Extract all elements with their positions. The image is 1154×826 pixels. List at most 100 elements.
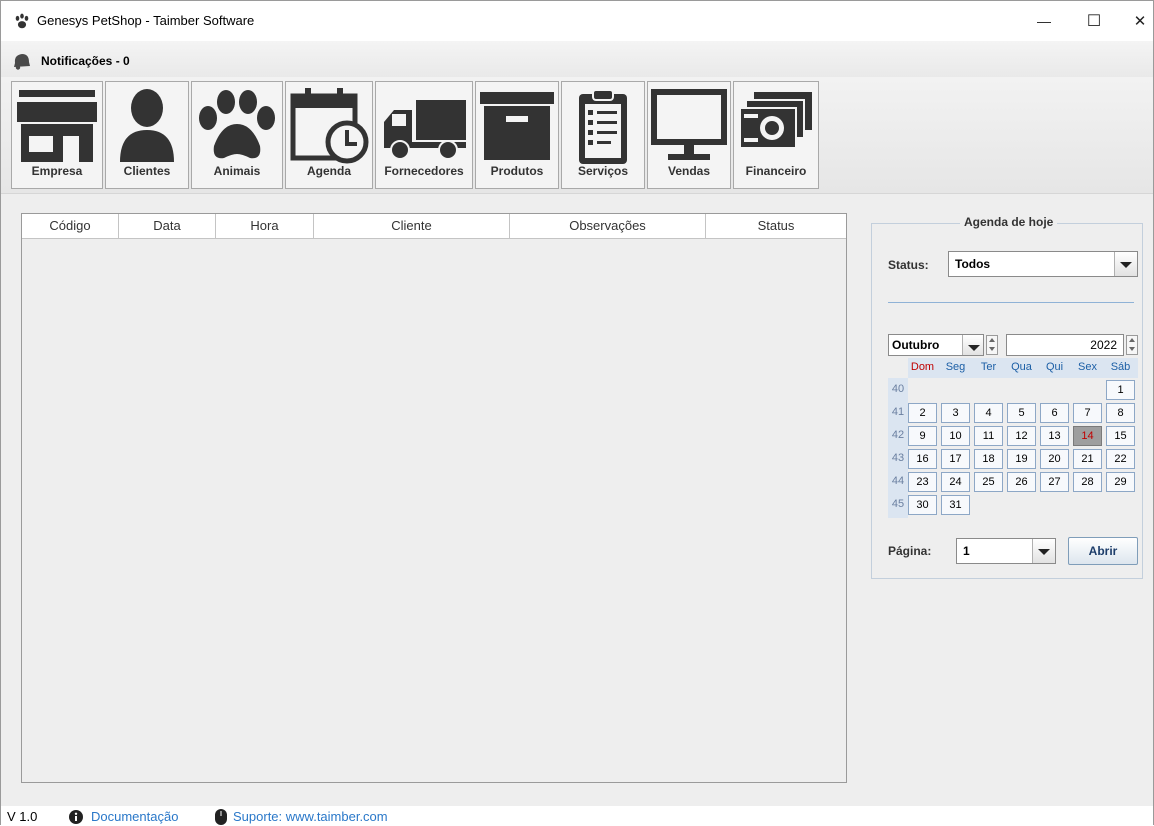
- paw-icon: [15, 13, 29, 29]
- divider: [888, 302, 1134, 303]
- column-header-status[interactable]: Status: [706, 214, 846, 238]
- column-header-observacoes[interactable]: Observações: [510, 214, 706, 238]
- calendar-day[interactable]: 16: [908, 449, 937, 469]
- column-header-cliente[interactable]: Cliente: [314, 214, 510, 238]
- status-label: Status:: [888, 258, 929, 272]
- calendar-day[interactable]: 22: [1106, 449, 1135, 469]
- store-icon: [17, 90, 97, 162]
- truck-icon: [384, 100, 466, 160]
- year-value: 2022: [1090, 338, 1117, 352]
- page-select[interactable]: 1: [956, 538, 1056, 564]
- window-title: Genesys PetShop - Taimber Software: [37, 13, 255, 28]
- calendar-day[interactable]: 12: [1007, 426, 1036, 446]
- week-number: 42: [891, 429, 905, 441]
- calendar-day[interactable]: 21: [1073, 449, 1102, 469]
- week-number-column: [888, 378, 908, 518]
- toolbar-label: Agenda: [306, 164, 351, 178]
- toolbar-button-empresa[interactable]: Empresa: [11, 81, 103, 189]
- column-header-hora[interactable]: Hora: [216, 214, 314, 238]
- calendar-day[interactable]: 6: [1040, 403, 1069, 423]
- calendar-day[interactable]: 11: [974, 426, 1003, 446]
- toolbar-label: Produtos: [490, 164, 544, 178]
- calendar-day-today[interactable]: 14: [1073, 426, 1102, 446]
- weekday-header: Qua: [1011, 361, 1032, 373]
- month-spinner[interactable]: [986, 335, 998, 355]
- toolbar-label: Animais: [213, 164, 261, 178]
- year-spinner[interactable]: [1126, 335, 1138, 355]
- toolbar-button-vendas[interactable]: Vendas: [647, 81, 731, 189]
- calendar-day[interactable]: 3: [941, 403, 970, 423]
- status-select[interactable]: Todos: [948, 251, 1138, 277]
- calendar-day[interactable]: 15: [1106, 426, 1135, 446]
- info-icon: [69, 810, 83, 824]
- bell-icon: [14, 54, 30, 70]
- toolbar-button-fornecedores[interactable]: Fornecedores: [375, 81, 473, 189]
- person-icon: [120, 89, 174, 162]
- calendar-day[interactable]: 25: [974, 472, 1003, 492]
- calendar-day[interactable]: 4: [974, 403, 1003, 423]
- notifications-bar[interactable]: Notificações - 0: [1, 41, 1153, 77]
- calendar-header: Outubro 2022: [888, 334, 1138, 356]
- close-button[interactable]: ✕: [1125, 9, 1154, 33]
- page-select-value: 1: [963, 544, 970, 558]
- toolbar-button-agenda[interactable]: Agenda: [285, 81, 373, 189]
- chevron-down-icon[interactable]: [1032, 539, 1055, 563]
- weekday-header: Ter: [980, 361, 997, 373]
- documentation-link[interactable]: Documentação: [91, 809, 178, 824]
- column-header-data[interactable]: Data: [119, 214, 216, 238]
- chevron-down-icon[interactable]: [962, 335, 983, 355]
- calendar-day[interactable]: 29: [1106, 472, 1135, 492]
- week-number: 41: [891, 406, 905, 418]
- calendar-day[interactable]: 5: [1007, 403, 1036, 423]
- calendar-day[interactable]: 20: [1040, 449, 1069, 469]
- toolbar-label: Empresa: [31, 164, 83, 178]
- support-link[interactable]: Suporte: www.taimber.com: [233, 809, 388, 824]
- toolbar-button-animais[interactable]: Animais: [191, 81, 283, 189]
- calendar-day[interactable]: 17: [941, 449, 970, 469]
- month-select[interactable]: Outubro: [888, 334, 984, 356]
- week-number: 43: [891, 452, 905, 464]
- calendar-day[interactable]: 31: [941, 495, 970, 515]
- year-field[interactable]: 2022: [1006, 334, 1124, 356]
- appointments-table[interactable]: Código Data Hora Cliente Observações Sta…: [21, 213, 847, 783]
- week-number: 44: [891, 475, 905, 487]
- calendar-day[interactable]: 1: [1106, 380, 1135, 400]
- calendar-day[interactable]: 19: [1007, 449, 1036, 469]
- minimize-button[interactable]: —: [1029, 9, 1059, 33]
- column-header-codigo[interactable]: Código: [22, 214, 119, 238]
- maximize-button[interactable]: ☐: [1079, 9, 1109, 33]
- calendar-day[interactable]: 18: [974, 449, 1003, 469]
- mouse-icon: [215, 809, 227, 825]
- calendar-day[interactable]: 28: [1073, 472, 1102, 492]
- toolbar-button-produtos[interactable]: Produtos: [475, 81, 559, 189]
- toolbar-button-servicos[interactable]: Serviços: [561, 81, 645, 189]
- calendar-day[interactable]: 23: [908, 472, 937, 492]
- calendar-day[interactable]: 24: [941, 472, 970, 492]
- toolbar-button-clientes[interactable]: Clientes: [105, 81, 189, 189]
- paw-icon: [199, 90, 275, 159]
- calendar-day[interactable]: 10: [941, 426, 970, 446]
- today-agenda-panel: Agenda de hoje Status: Todos Outubro 202…: [871, 215, 1143, 579]
- calendar-day[interactable]: 27: [1040, 472, 1069, 492]
- calendar-day[interactable]: 2: [908, 403, 937, 423]
- toolbar-label: Fornecedores: [384, 164, 464, 178]
- table-header: Código Data Hora Cliente Observações Sta…: [22, 214, 846, 239]
- toolbar-label: Serviços: [577, 164, 629, 178]
- calendar-clock-icon: [290, 88, 369, 164]
- toolbar-label: Vendas: [667, 164, 711, 178]
- calendar-day[interactable]: 7: [1073, 403, 1102, 423]
- calendar-day[interactable]: 9: [908, 426, 937, 446]
- panel-title: Agenda de hoje: [960, 215, 1058, 229]
- calendar-day[interactable]: 8: [1106, 403, 1135, 423]
- month-value: Outubro: [892, 338, 940, 352]
- app-window: Genesys PetShop - Taimber Software — ☐ ✕…: [0, 0, 1154, 826]
- week-number: 45: [891, 498, 905, 510]
- chevron-down-icon[interactable]: [1114, 252, 1137, 276]
- calendar-day[interactable]: 26: [1007, 472, 1036, 492]
- toolbar-button-financeiro[interactable]: Financeiro: [733, 81, 819, 189]
- clipboard-icon: [579, 89, 627, 164]
- calendar-day[interactable]: 30: [908, 495, 937, 515]
- week-number: 40: [891, 383, 905, 395]
- open-button[interactable]: Abrir: [1068, 537, 1138, 565]
- calendar-day[interactable]: 13: [1040, 426, 1069, 446]
